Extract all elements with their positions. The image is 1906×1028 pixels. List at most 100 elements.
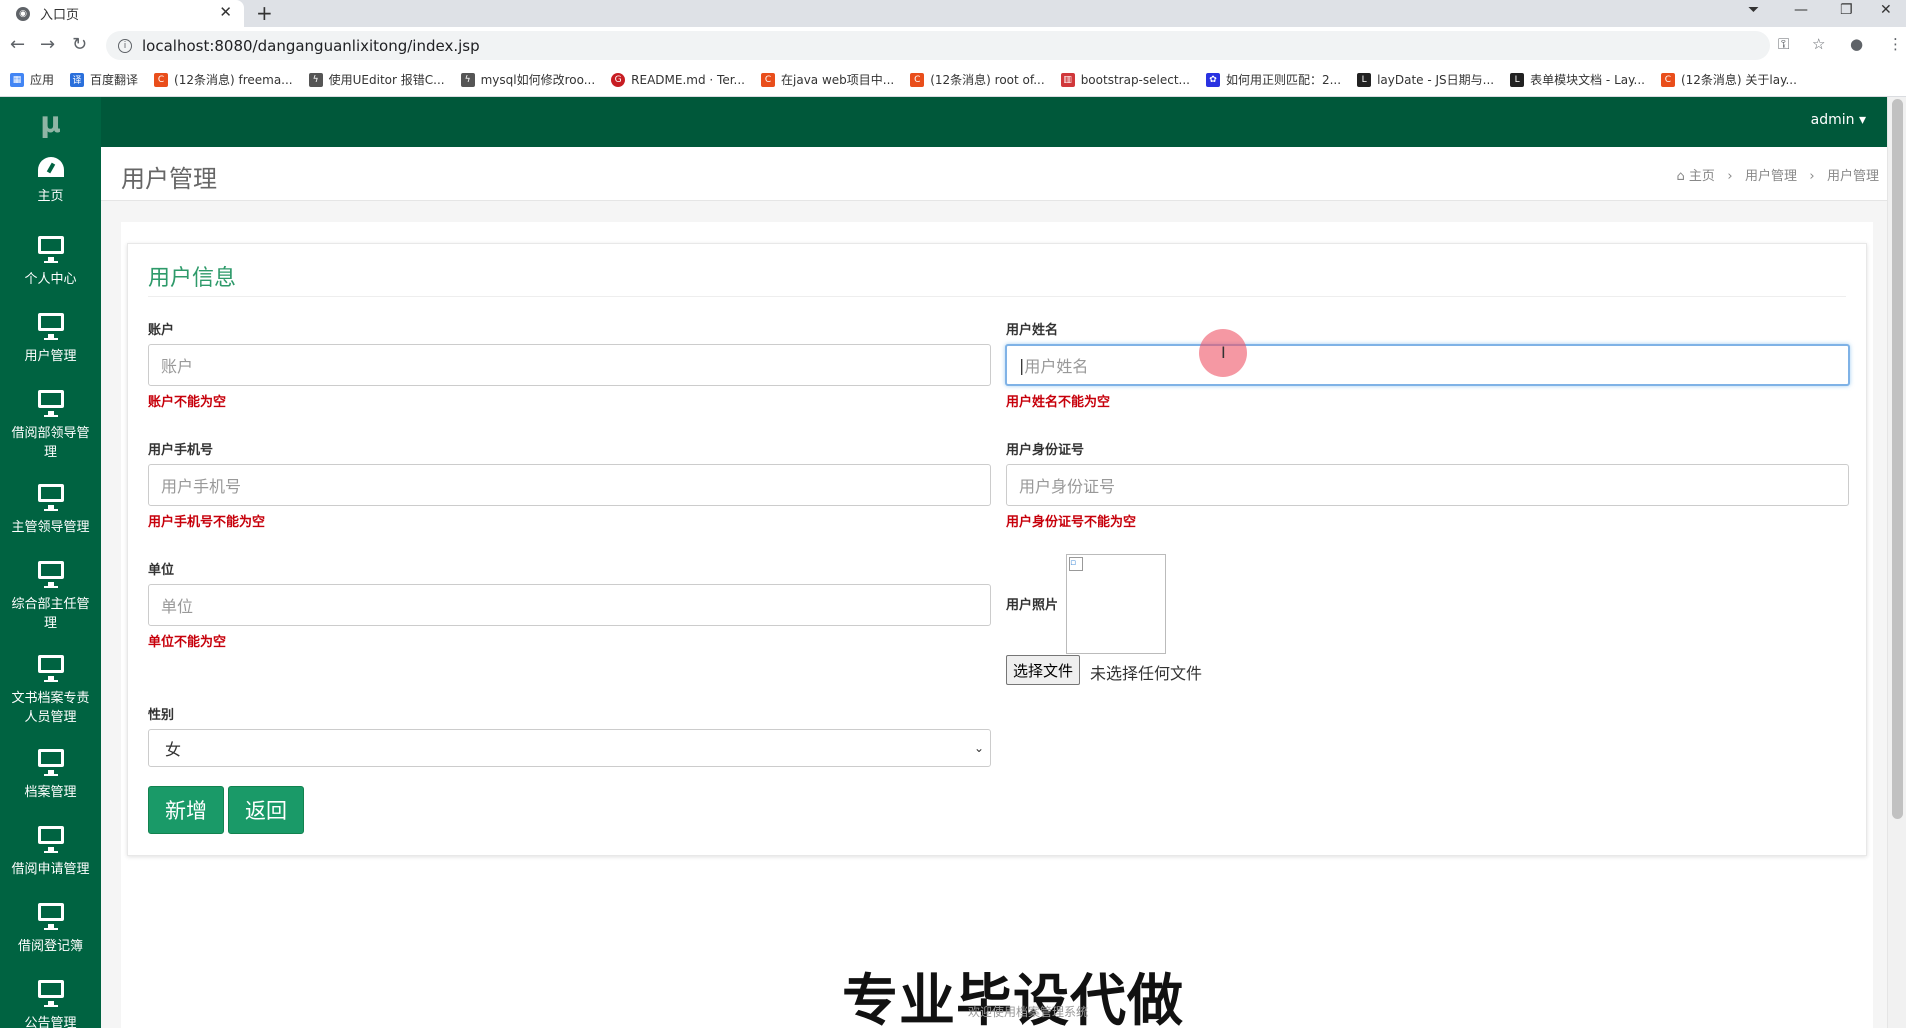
back-icon[interactable]: ← <box>10 34 25 55</box>
kebab-menu-icon[interactable]: ⋮ <box>1888 35 1903 53</box>
close-window-icon[interactable]: ✕ <box>1880 2 1892 18</box>
browser-tab[interactable]: ◉ 入口页 ✕ <box>0 0 244 27</box>
bookmark-item[interactable]: ▦ 应用 <box>10 71 54 88</box>
close-tab-icon[interactable]: ✕ <box>219 3 232 21</box>
url-text: localhost:8080/danganguanlixitong/index.… <box>142 36 480 55</box>
sidebar-item-home[interactable]: 主页 <box>0 147 101 222</box>
user-menu[interactable]: admin ▾ <box>1811 112 1866 128</box>
name-label: 用户姓名 <box>1006 323 1059 338</box>
sidebar-item-archives[interactable]: 档案管理 <box>0 735 101 812</box>
info-icon[interactable]: i <box>118 38 132 53</box>
gender-selected: 女 <box>165 740 182 759</box>
account-input[interactable]: 账户 <box>148 344 991 386</box>
sidebar-item-borrow-log[interactable]: 借阅登记簿 <box>0 889 101 966</box>
profile-menu-icon[interactable]: ⏷ <box>1748 2 1759 18</box>
bookmark-item[interactable]: ✿ 如何用正则匹配：2... <box>1205 71 1341 88</box>
footer-text: 欢迎使用档案管理系统 <box>968 1005 1089 1019</box>
user-form-card: 用户信息 账户 账户 账户不能为空 用户姓名 | 用户姓名 用户姓名不能为空 用户… <box>127 243 1867 856</box>
layui-icon: L <box>1357 72 1372 87</box>
unit-label: 单位 <box>148 563 175 578</box>
monitor-icon <box>37 826 64 853</box>
phone-input[interactable]: 用户手机号 <box>148 464 991 506</box>
new-tab-button[interactable]: + <box>256 1 273 25</box>
account-icon[interactable]: ● <box>1850 35 1863 53</box>
home-icon: ⌂ <box>1676 169 1685 184</box>
bookmark-item[interactable]: C (12条消息) freema... <box>154 71 293 88</box>
idcard-label: 用户身份证号 <box>1006 443 1085 458</box>
choose-file-button[interactable]: 选择文件 <box>1006 655 1081 685</box>
sidebar-item-archive-staff[interactable]: 文书档案专责人员管理 <box>0 641 101 735</box>
monitor-icon <box>37 236 64 263</box>
monitor-icon <box>37 903 64 930</box>
bookmark-item[interactable]: C (12条消息) 关于lay... <box>1660 71 1797 88</box>
minimize-icon[interactable]: — <box>1794 2 1808 18</box>
scrollbar-thumb[interactable] <box>1892 99 1903 819</box>
bookmark-item[interactable]: L 表单模块文档 - Lay... <box>1510 71 1645 88</box>
sidebar-item-borrow-requests[interactable]: 借阅申请管理 <box>0 812 101 889</box>
name-input[interactable]: | 用户姓名 <box>1005 344 1850 386</box>
bookmark-item[interactable]: 译百度翻译 <box>70 71 138 88</box>
breadcrumb-home[interactable]: 主页 <box>1689 169 1715 184</box>
back-button[interactable]: 返回 <box>228 786 304 834</box>
gitee-icon: G <box>611 72 626 87</box>
tab-title: 入口页 <box>40 8 80 23</box>
forward-icon[interactable]: → <box>40 34 55 55</box>
account-error: 账户不能为空 <box>148 395 227 410</box>
monitor-icon <box>37 313 64 340</box>
bookmark-item[interactable]: C 在java web项目中... <box>761 71 894 88</box>
app-logo[interactable]: μ <box>0 97 101 147</box>
sidebar-item-borrow-leaders[interactable]: 借阅部领导管理 <box>0 376 101 470</box>
sidebar-item-profile[interactable]: 个人中心 <box>0 222 101 299</box>
top-navbar: admin ▾ <box>101 97 1906 147</box>
apps-grid-icon: ▦ <box>10 72 24 87</box>
bookmark-item[interactable]: ϟ 使用UEditor 报错C... <box>308 71 445 88</box>
add-button[interactable]: 新增 <box>148 786 224 834</box>
phone-label: 用户手机号 <box>148 443 214 458</box>
breadcrumb: ⌂ 主页 › 用户管理 › 用户管理 <box>1677 165 1879 184</box>
title-divider <box>148 296 1846 297</box>
star-icon[interactable]: ☆ <box>1812 35 1825 53</box>
monitor-icon <box>37 484 64 511</box>
breadcrumb-level1[interactable]: 用户管理 <box>1745 169 1797 184</box>
account-label: 账户 <box>148 323 175 338</box>
csdn-icon: C <box>1660 72 1675 87</box>
chevron-down-icon: ⌄ <box>973 741 984 755</box>
bookmark-item[interactable]: C (12条消息) root of... <box>910 71 1045 88</box>
page-scrollbar[interactable] <box>1887 97 1906 1028</box>
idcard-input[interactable]: 用户身份证号 <box>1006 464 1849 506</box>
page-header: 用户管理 ⌂ 主页 › 用户管理 › 用户管理 <box>101 147 1887 201</box>
globe-icon: ◉ <box>16 6 30 21</box>
gender-select[interactable]: 女 ⌄ <box>148 729 991 767</box>
bookmark-item[interactable]: ϟ mysql如何修改roo... <box>460 71 595 88</box>
gender-label: 性别 <box>148 708 175 723</box>
bookmark-item[interactable]: LlayDate - JS日期与... <box>1357 71 1494 88</box>
photo-preview: ▫ <box>1066 554 1166 654</box>
content-area: 用户信息 账户 账户 账户不能为空 用户姓名 | 用户姓名 用户姓名不能为空 用户… <box>101 201 1887 1028</box>
sidebar-item-notices[interactable]: 公告管理 <box>0 966 101 1028</box>
site-icon: ϟ <box>308 72 323 87</box>
reload-icon[interactable]: ↻ <box>72 34 87 55</box>
monitor-icon <box>37 390 64 417</box>
bookmark-item[interactable]: G README.md · Ter... <box>611 72 745 87</box>
bookmarks-bar: ▦ 应用 译百度翻译 C (12条消息) freema... ϟ 使用UEditor … <box>0 63 1906 97</box>
csdn-icon: C <box>910 72 925 87</box>
translate-icon: 译 <box>70 72 85 87</box>
url-bar[interactable]: i localhost:8080/danganguanlixitong/inde… <box>106 31 1770 60</box>
key-icon[interactable]: ⚿ <box>1778 35 1789 53</box>
browser-tab-strip: ◉ 入口页 ✕ + ⏷ — ❐ ✕ <box>0 0 1906 27</box>
sidebar-item-directors[interactable]: 综合部主任管理 <box>0 547 101 641</box>
sidebar-item-users[interactable]: 用户管理 <box>0 299 101 376</box>
restore-icon[interactable]: ❐ <box>1840 2 1853 18</box>
broken-image-icon: ▫ <box>1069 557 1083 571</box>
phone-error: 用户手机号不能为空 <box>148 515 266 530</box>
unit-error: 单位不能为空 <box>148 635 227 650</box>
no-file-text: 未选择任何文件 <box>1090 664 1203 683</box>
bookmark-item[interactable]: ▥ bootstrap-select... <box>1060 72 1190 87</box>
unit-input[interactable]: 单位 <box>148 584 991 626</box>
monitor-icon <box>37 655 64 682</box>
sidebar-item-supervisors[interactable]: 主管领导管理 <box>0 470 101 547</box>
text-cursor-icon: I <box>1221 343 1226 362</box>
idcard-error: 用户身份证号不能为空 <box>1006 515 1137 530</box>
name-error: 用户姓名不能为空 <box>1006 395 1111 410</box>
name-placeholder: 用户姓名 <box>1024 357 1089 376</box>
